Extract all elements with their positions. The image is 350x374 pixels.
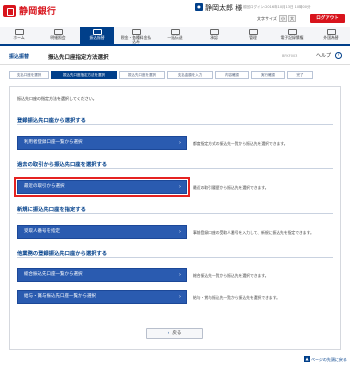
bank-logo-icon xyxy=(3,4,16,17)
font-small-button[interactable]: 小 xyxy=(279,15,287,22)
last-login-time: 前回ログイン:2016年10月13日 10時00分 xyxy=(243,5,311,9)
option-description: 最近の取引履歴から振込先を選択できます。 xyxy=(193,185,269,190)
chevron-right-icon: › xyxy=(179,294,181,300)
nav-label: 振込振替 xyxy=(89,35,105,40)
nav-bulk-transmission[interactable]: 一括伝送 xyxy=(158,27,192,44)
recent-transactions-button[interactable]: 最近の取引から選択 › xyxy=(14,177,190,197)
content-panel xyxy=(9,86,341,350)
user-name: 静岡太郎 様 xyxy=(205,4,243,12)
chevron-right-icon: › xyxy=(179,140,181,146)
bank-name: 静岡銀行 xyxy=(19,7,57,17)
step-indicator: 支払口座を選択 振込先口座指定方法を選択 振込先口座を選択 支払金額を入力 内容… xyxy=(9,71,341,79)
nav-label: 外国為替 xyxy=(323,35,339,40)
step-2-current: 振込先口座指定方法を選択 xyxy=(51,71,117,79)
chevron-right-icon: › xyxy=(179,184,181,190)
section-divider xyxy=(17,168,333,169)
registered-account-list-button[interactable]: 利用者登録口座一覧から選択 › xyxy=(17,136,187,150)
option-description: 都度指定方式の振込先一覧から振込先を選択できます。 xyxy=(193,141,288,146)
screen-id: BFKF003 xyxy=(282,54,298,58)
section-heading: 登録振込先口座から選択する xyxy=(17,118,86,124)
section-heading: 過去の取引から振込先口座を選択する xyxy=(17,162,108,168)
nav-label: 税金・各種料金払込み xyxy=(120,35,152,44)
page-category: 振込振替 xyxy=(9,54,30,60)
step-6: 実行確認 xyxy=(251,71,285,79)
nav-label: 承認 xyxy=(210,35,218,40)
nav-label: 明細照会 xyxy=(50,35,66,40)
bank-logo[interactable]: 静岡銀行 xyxy=(3,4,56,17)
page-header: 振込振替 振込先口座指定方法選択 BFKF003 ヘルプ ? xyxy=(0,48,350,65)
step-4: 支払金額を入力 xyxy=(167,71,213,79)
option-description: 総合振込先一覧から振込先を選択できます。 xyxy=(193,273,269,278)
section-heading: 他業務の登録振込先口座から選択する xyxy=(17,251,108,257)
section-divider xyxy=(17,257,333,258)
step-7: 完了 xyxy=(287,71,313,79)
button-label: 給与・賞与振込先口座一覧から選択 xyxy=(24,294,96,299)
user-area: ● 静岡太郎 様 前回ログイン:2016年10月13日 10時00分 文字サイズ… xyxy=(195,2,348,24)
option-description: 給与・賞与振込先一覧から振込先を選択できます。 xyxy=(193,295,280,300)
button-label: 利用者登録口座一覧から選択 xyxy=(24,140,83,145)
section-divider xyxy=(17,213,333,214)
font-size-label: 文字サイズ xyxy=(257,16,277,21)
nav-approval[interactable]: 承認 xyxy=(197,27,231,44)
back-button[interactable]: ‹ 戻る xyxy=(146,328,203,339)
option-description: 事前登録口座の受取人番号を入力して、新規に振込先を指定できます。 xyxy=(193,230,314,235)
general-transfer-list-button[interactable]: 総合振込先口座一覧から選択 › xyxy=(17,268,187,282)
button-label: 受取人番号を指定 xyxy=(24,229,60,234)
chevron-right-icon: › xyxy=(179,229,181,235)
step-5: 内容確認 xyxy=(215,71,249,79)
nav-label: 管理 xyxy=(249,35,257,40)
global-nav: ホーム 明細照会 振込振替 税金・各種料金払込み 一括伝送 承認 管理 電子記録… xyxy=(0,27,350,46)
chevron-left-icon: ‹ xyxy=(167,331,170,336)
nav-label: 一括伝送 xyxy=(167,35,183,40)
arrow-up-icon[interactable]: ▲ xyxy=(304,356,310,362)
button-label: 総合振込先口座一覧から選択 xyxy=(24,272,83,277)
top-bar: 静岡銀行 ● 静岡太郎 様 前回ログイン:2016年10月13日 10時00分 … xyxy=(0,0,350,27)
nav-statement[interactable]: 明細照会 xyxy=(41,27,75,44)
font-large-button[interactable]: 大 xyxy=(288,15,296,22)
salary-bonus-list-button[interactable]: 給与・賞与振込先口座一覧から選択 › xyxy=(17,290,187,304)
section-heading: 新規に振込先口座を指定する xyxy=(17,207,86,213)
nav-electronic-claims[interactable]: 電子記録債権 xyxy=(275,27,309,44)
intro-text: 振込先口座の指定方法を選択してください。 xyxy=(17,96,97,101)
nav-transfer[interactable]: 振込振替 xyxy=(80,27,114,44)
section-divider xyxy=(17,124,333,125)
nav-management[interactable]: 管理 xyxy=(236,27,270,44)
chevron-right-icon: › xyxy=(179,272,181,278)
nav-foreign-exchange[interactable]: 外国為替 xyxy=(314,27,348,44)
page-top-link[interactable]: ページの先頭に戻る xyxy=(311,357,347,363)
nav-home[interactable]: ホーム xyxy=(2,27,36,44)
step-3: 振込先口座を選択 xyxy=(119,71,165,79)
logout-button[interactable]: ログアウト xyxy=(310,14,345,23)
nav-label: ホーム xyxy=(13,35,25,40)
nav-label: 電子記録債権 xyxy=(280,35,304,40)
user-icon: ● xyxy=(195,3,203,11)
button-label: 最近の取引から選択 xyxy=(24,184,65,189)
help-link[interactable]: ヘルプ xyxy=(316,52,331,59)
step-1: 支払口座を選択 xyxy=(9,71,49,79)
recipient-number-button[interactable]: 受取人番号を指定 › xyxy=(17,225,187,239)
nav-tax-payment[interactable]: 税金・各種料金払込み xyxy=(119,27,153,44)
back-label: 戻る xyxy=(172,331,182,336)
help-icon[interactable]: ? xyxy=(335,52,342,59)
page-title: 振込先口座指定方法選択 xyxy=(48,55,109,61)
